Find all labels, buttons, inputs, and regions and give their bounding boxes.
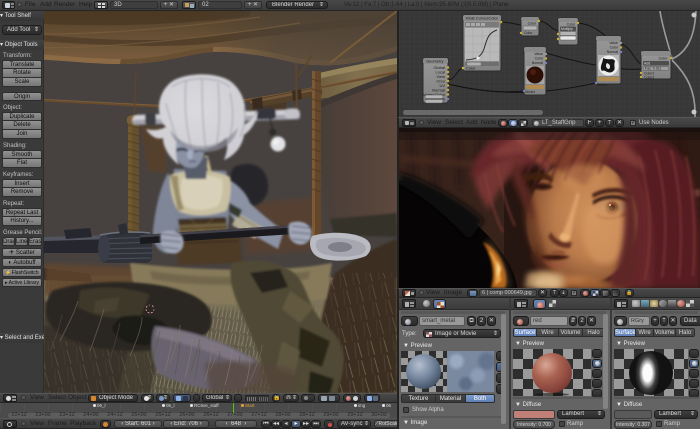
svg-text:Geometry: Geometry	[426, 59, 444, 64]
svg-text:Color: Color	[524, 31, 533, 35]
svg-text:Color: Color	[488, 16, 498, 21]
svg-text:Color2: Color2	[644, 76, 654, 80]
svg-text:Value: Value	[609, 41, 618, 45]
svg-text:Color: Color	[610, 46, 619, 50]
svg-text:Color: Color	[535, 57, 544, 61]
svg-text:Normal: Normal	[532, 61, 544, 65]
svg-text:Color: Color	[528, 22, 537, 26]
svg-text:Add: Add	[644, 62, 650, 66]
svg-text:RGB Curves: RGB Curves	[466, 16, 488, 21]
svg-text:Vector: Vector	[597, 83, 608, 87]
svg-text:Normal: Normal	[607, 50, 619, 54]
svg-text:Color: Color	[567, 23, 576, 27]
svg-text:Vector: Vector	[525, 90, 536, 94]
svg-text:Color: Color	[466, 66, 476, 71]
svg-text:Multiply: Multiply	[561, 27, 573, 31]
svg-text:Fac: 0.911: Fac: 0.911	[645, 67, 661, 71]
svg-text:Value: Value	[534, 52, 543, 56]
svg-text:Color: Color	[659, 57, 668, 61]
